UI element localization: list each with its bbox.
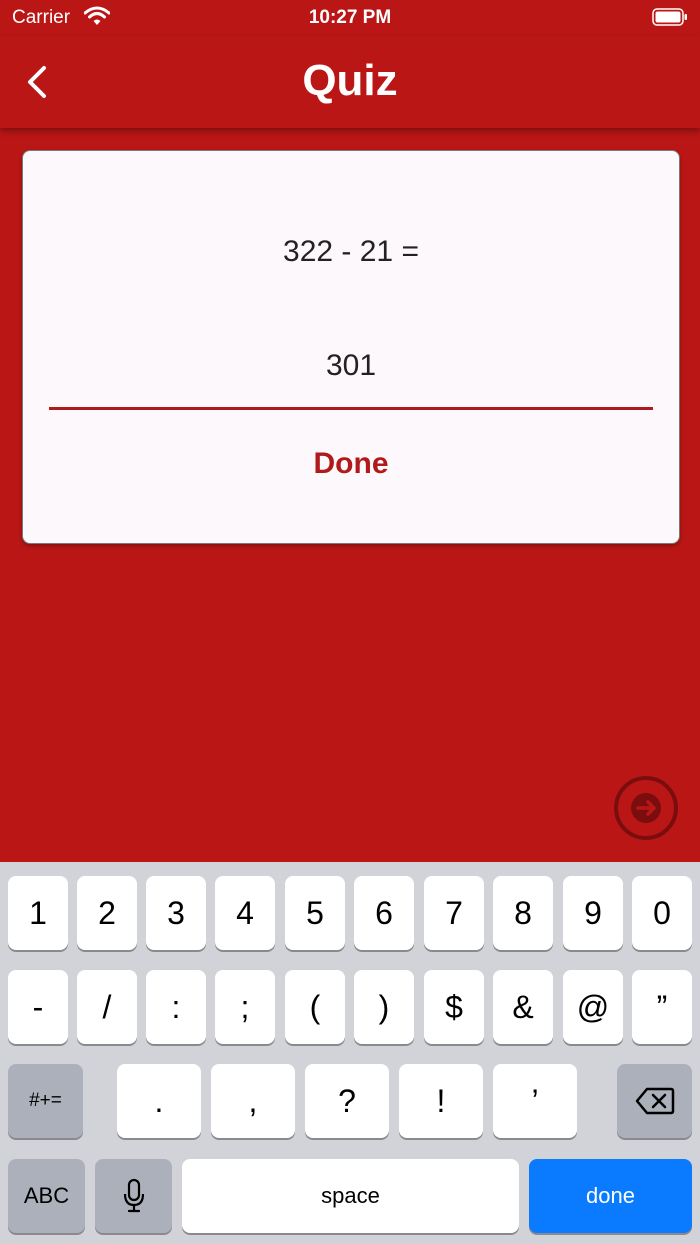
keyboard-done-key[interactable]: done <box>529 1159 692 1233</box>
key-ampersand[interactable]: & <box>493 970 553 1044</box>
key-at[interactable]: @ <box>563 970 623 1044</box>
status-bar: Carrier 10:27 PM <box>0 0 700 36</box>
keyboard: 1 2 3 4 5 6 7 8 9 0 - / : ; ( ) $ & @ ” … <box>0 862 700 1244</box>
key-dollar[interactable]: $ <box>424 970 484 1044</box>
key-apostrophe[interactable]: ’ <box>493 1064 577 1138</box>
nav-bar: Quiz <box>0 36 700 128</box>
answer-underline <box>49 407 653 410</box>
page-title: Quiz <box>302 56 398 105</box>
key-period[interactable]: . <box>117 1064 201 1138</box>
key-4[interactable]: 4 <box>215 876 275 950</box>
microphone-icon <box>123 1178 144 1213</box>
question-text: 322 - 21 = <box>283 235 419 268</box>
next-arrow-icon[interactable] <box>612 774 680 842</box>
quiz-card: 322 - 21 = 301 Done <box>22 150 680 544</box>
symbols-key[interactable]: #+= <box>8 1064 83 1138</box>
key-7[interactable]: 7 <box>424 876 484 950</box>
key-exclamation[interactable]: ! <box>399 1064 483 1138</box>
key-1[interactable]: 1 <box>8 876 68 950</box>
microphone-key[interactable] <box>95 1159 172 1233</box>
key-9[interactable]: 9 <box>563 876 623 950</box>
key-close-paren[interactable]: ) <box>354 970 414 1044</box>
key-6[interactable]: 6 <box>354 876 414 950</box>
status-time: 10:27 PM <box>308 7 392 28</box>
key-question[interactable]: ? <box>305 1064 389 1138</box>
battery-icon <box>652 8 687 26</box>
key-comma[interactable]: , <box>211 1064 295 1138</box>
done-button[interactable]: Done <box>23 447 679 481</box>
key-open-paren[interactable]: ( <box>285 970 345 1044</box>
answer-input[interactable]: 301 <box>49 349 653 383</box>
key-colon[interactable]: : <box>146 970 206 1044</box>
key-0[interactable]: 0 <box>632 876 692 950</box>
delete-key[interactable] <box>617 1064 692 1138</box>
key-3[interactable]: 3 <box>146 876 206 950</box>
abc-key[interactable]: ABC <box>8 1159 85 1233</box>
key-semicolon[interactable]: ; <box>215 970 275 1044</box>
key-quote[interactable]: ” <box>632 970 692 1044</box>
key-8[interactable]: 8 <box>493 876 553 950</box>
backspace-icon <box>635 1087 674 1115</box>
key-5[interactable]: 5 <box>285 876 345 950</box>
space-key[interactable]: space <box>182 1159 519 1233</box>
key-2[interactable]: 2 <box>77 876 137 950</box>
key-hyphen[interactable]: - <box>8 970 68 1044</box>
key-slash[interactable]: / <box>77 970 137 1044</box>
